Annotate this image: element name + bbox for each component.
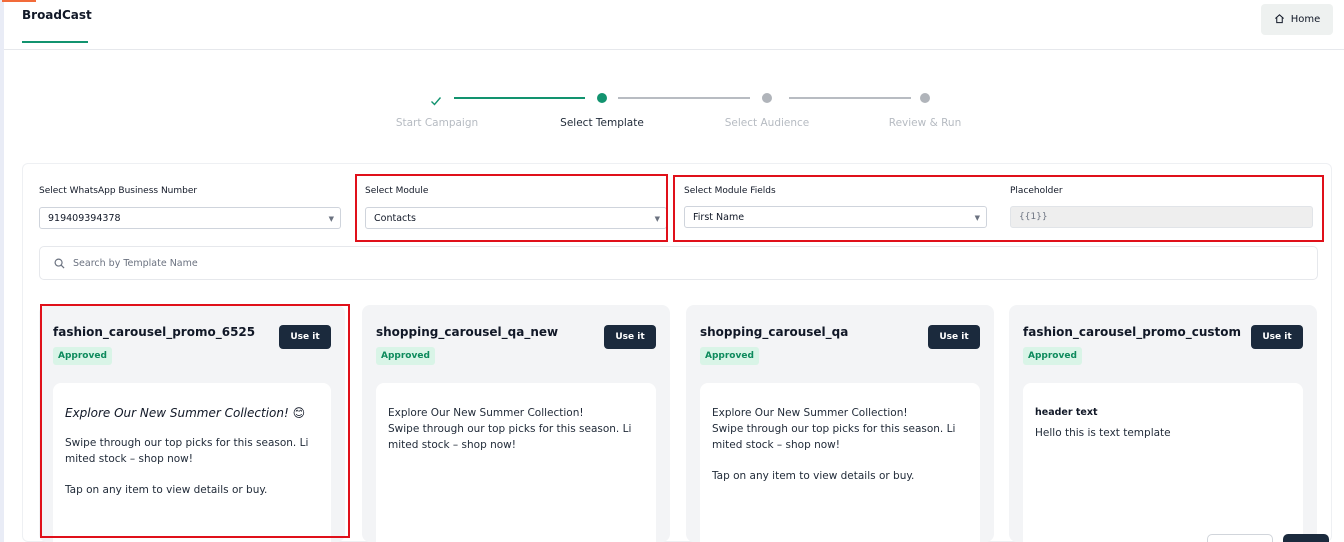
- step-connector-1: [454, 97, 585, 99]
- template-card: fashion_carousel_promo_6525 Approved Use…: [39, 305, 345, 542]
- preview-line: mited stock – shop now!: [65, 453, 193, 465]
- template-name: shopping_carousel_qa: [700, 325, 849, 339]
- step-label-review-run: Review & Run: [888, 117, 962, 129]
- template-name: fashion_carousel_promo_6525: [53, 325, 256, 339]
- preview-line: Explore Our New Summer Collection!: [712, 407, 908, 419]
- template-card: shopping_carousel_qa_new Approved Use it…: [362, 305, 670, 542]
- next-button[interactable]: [1283, 534, 1329, 542]
- step-label-select-template: Select Template: [560, 117, 644, 129]
- placeholder-value: {{1}}: [1019, 212, 1048, 222]
- module-value: Contacts: [374, 212, 416, 224]
- template-name: shopping_carousel_qa_new: [376, 325, 559, 339]
- business-number-label: Select WhatsApp Business Number: [39, 186, 198, 196]
- campaign-stepper: Start Campaign Select Template Select Au…: [0, 85, 1344, 135]
- preview-line: mited stock – shop now!: [388, 439, 516, 451]
- preview-line: mited stock – shop now!: [712, 439, 840, 451]
- use-template-button[interactable]: Use it: [1251, 325, 1303, 349]
- business-number-select[interactable]: 919409394378 ▼: [39, 207, 341, 229]
- step-label-select-audience: Select Audience: [724, 117, 810, 129]
- template-name: fashion_carousel_promo_custom: [1023, 325, 1241, 339]
- module-label: Select Module: [365, 186, 429, 196]
- preview-header: header text: [1035, 407, 1098, 418]
- template-preview: Explore Our New Summer Collection! Swipe…: [376, 383, 656, 542]
- preview-line: Hello this is text template: [1035, 427, 1171, 439]
- dropdown-caret-icon: ▼: [654, 215, 660, 223]
- preview-line: Swipe through our top picks for this sea…: [65, 437, 309, 449]
- step-pending-dot-2: [920, 93, 930, 103]
- preview-blank-line: [65, 467, 319, 482]
- use-template-button[interactable]: Use it: [279, 325, 331, 349]
- use-template-button[interactable]: Use it: [604, 325, 656, 349]
- step-complete-check-icon: [430, 92, 442, 106]
- home-button-label: Home: [1290, 14, 1321, 25]
- preview-blank-line: [712, 453, 968, 468]
- business-number-value: 919409394378: [48, 212, 121, 224]
- preview-line: Explore Our New Summer Collection!: [388, 407, 584, 419]
- module-fields-select[interactable]: First Name ▼: [684, 206, 987, 228]
- step-connector-3: [789, 97, 911, 99]
- template-preview: header text Hello this is text template: [1023, 383, 1303, 542]
- status-badge: Approved: [700, 347, 759, 365]
- home-icon: [1274, 13, 1285, 27]
- preview-line: Tap on any item to view details or buy.: [712, 470, 915, 482]
- active-tab-underline: [22, 41, 88, 43]
- use-template-button[interactable]: Use it: [928, 325, 980, 349]
- back-button[interactable]: [1207, 534, 1273, 542]
- left-edge-strip: [0, 0, 4, 542]
- module-fields-value: First Name: [693, 211, 745, 223]
- step-connector-2: [618, 97, 750, 99]
- preview-line: Swipe through our top picks for this sea…: [388, 423, 632, 435]
- dropdown-caret-icon: ▼: [974, 214, 980, 222]
- placeholder-label: Placeholder: [1010, 186, 1063, 196]
- module-fields-label: Select Module Fields: [684, 186, 776, 196]
- template-card: fashion_carousel_promo_custom Approved U…: [1009, 305, 1317, 542]
- placeholder-field: {{1}}: [1010, 206, 1313, 228]
- page-title-tab[interactable]: BroadCast: [22, 8, 92, 22]
- status-badge: Approved: [376, 347, 435, 365]
- step-pending-dot-1: [762, 93, 772, 103]
- template-preview: Explore Our New Summer Collection! Swipe…: [700, 383, 980, 542]
- template-search-bar[interactable]: [39, 246, 1318, 280]
- preview-header: Explore Our New Summer Collection! 😊: [65, 406, 306, 420]
- preview-line: Swipe through our top picks for this sea…: [712, 423, 956, 435]
- module-select[interactable]: Contacts ▼: [365, 207, 667, 229]
- template-card: shopping_carousel_qa Approved Use it Exp…: [686, 305, 994, 542]
- search-icon: [54, 254, 65, 273]
- template-search-input[interactable]: [73, 257, 473, 269]
- status-badge: Approved: [53, 347, 112, 365]
- template-preview: Explore Our New Summer Collection! 😊 Swi…: [53, 383, 331, 542]
- preview-line: Tap on any item to view details or buy.: [65, 484, 268, 496]
- dropdown-caret-icon: ▼: [328, 215, 334, 223]
- status-badge: Approved: [1023, 347, 1082, 365]
- top-bar: BroadCast Home: [4, 0, 1344, 50]
- home-button[interactable]: Home: [1261, 4, 1333, 35]
- step-active-dot: [597, 93, 607, 103]
- step-label-start-campaign: Start Campaign: [395, 117, 479, 129]
